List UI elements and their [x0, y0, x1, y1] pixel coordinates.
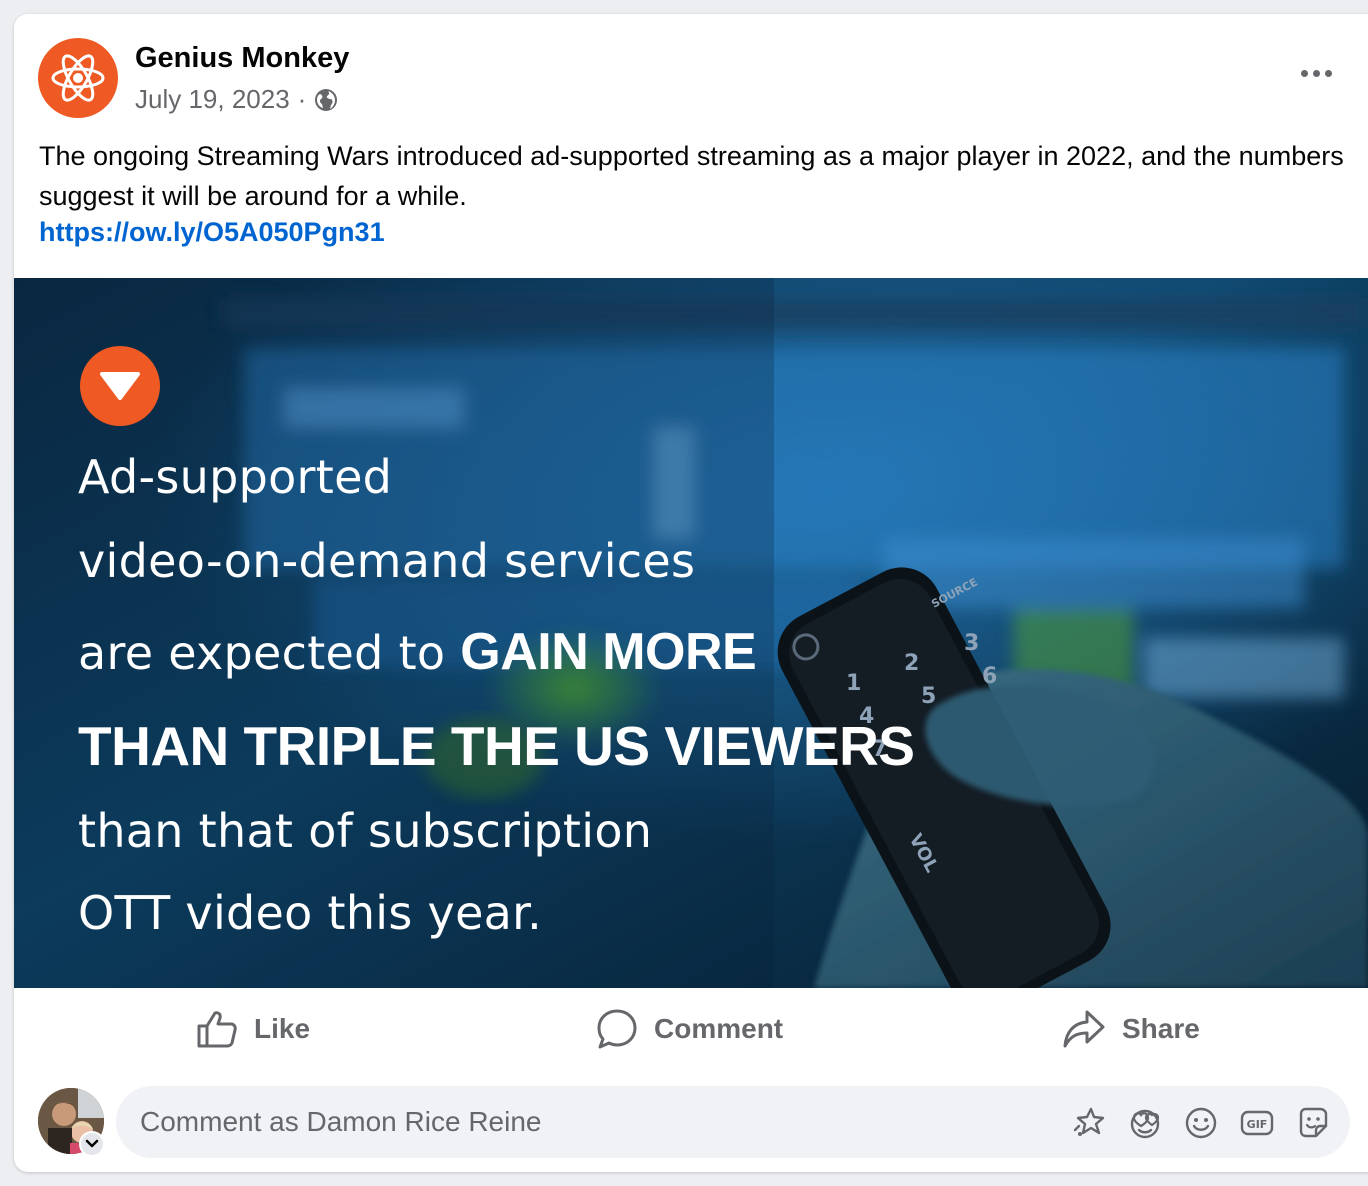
avatar-sticker-icon[interactable] [1072, 1106, 1106, 1140]
remote-key: 3 [964, 631, 979, 656]
comment-box: GIF [116, 1086, 1350, 1158]
dot-icon [1324, 69, 1332, 77]
post-image[interactable]: SOURCE 1 2 3 4 5 6 7 VOL Ad-supported vi… [14, 278, 1368, 988]
speech-bubble-icon [597, 1009, 637, 1049]
like-button[interactable]: Like [196, 994, 310, 1064]
comment-label: Comment [654, 1013, 784, 1044]
post-date[interactable]: July 19, 2023 [135, 84, 290, 115]
overlay-line-3-bold: GAIN MORE [460, 623, 757, 681]
atom-logo-icon [51, 54, 105, 102]
overlay-line-6: OTT video this year. [78, 886, 543, 940]
chevron-down-badge-icon [80, 346, 160, 426]
remote-key: 6 [982, 664, 997, 689]
account-switch-chevron-icon[interactable] [79, 1131, 105, 1157]
page-avatar[interactable] [38, 38, 118, 118]
more-options-button[interactable] [1294, 60, 1338, 86]
overlay-line-3: are expected to GAIN MORE [78, 622, 757, 682]
overlay-line-4: THAN TRIPLE THE US VIEWERS [78, 715, 915, 777]
overlay-line-2: video-on-demand services [78, 534, 696, 588]
comment-input[interactable] [116, 1086, 1016, 1158]
post-link[interactable]: https://ow.ly/O5A050Pgn31 [39, 217, 385, 248]
author-name[interactable]: Genius Monkey [135, 42, 349, 75]
smiley-icon[interactable] [1184, 1106, 1218, 1140]
dot-icon [1312, 69, 1320, 77]
svg-text:GIF: GIF [1247, 1118, 1268, 1131]
overlay-line-5: than that of subscription [78, 804, 653, 858]
remote-key: 2 [904, 651, 919, 676]
overlay-line-3-regular: are expected to [78, 626, 446, 680]
share-label: Share [1122, 1013, 1200, 1044]
remote-key: 1 [846, 671, 861, 696]
post-text: The ongoing Streaming Wars introduced ad… [39, 141, 1344, 211]
post-meta: July 19, 2023 · [135, 84, 338, 115]
sticker-icon[interactable] [1296, 1106, 1330, 1140]
share-arrow-icon [1063, 1010, 1105, 1048]
overlay-line-1: Ad-supported [78, 450, 393, 504]
thumbs-up-icon [197, 1011, 237, 1048]
meta-separator: · [297, 84, 307, 114]
action-bar: Like Comment Share [14, 994, 1368, 1064]
dot-icon [1300, 69, 1308, 77]
gif-icon[interactable]: GIF [1240, 1106, 1274, 1140]
comment-button[interactable]: Comment [596, 994, 783, 1064]
remote-key: 5 [921, 684, 936, 709]
emoji-heart-icon[interactable] [1128, 1106, 1162, 1140]
post-card: Genius Monkey July 19, 2023 · The ongoin… [14, 14, 1368, 1172]
like-label: Like [254, 1013, 311, 1044]
globe-icon[interactable] [314, 88, 338, 112]
share-button[interactable]: Share [1062, 994, 1200, 1064]
